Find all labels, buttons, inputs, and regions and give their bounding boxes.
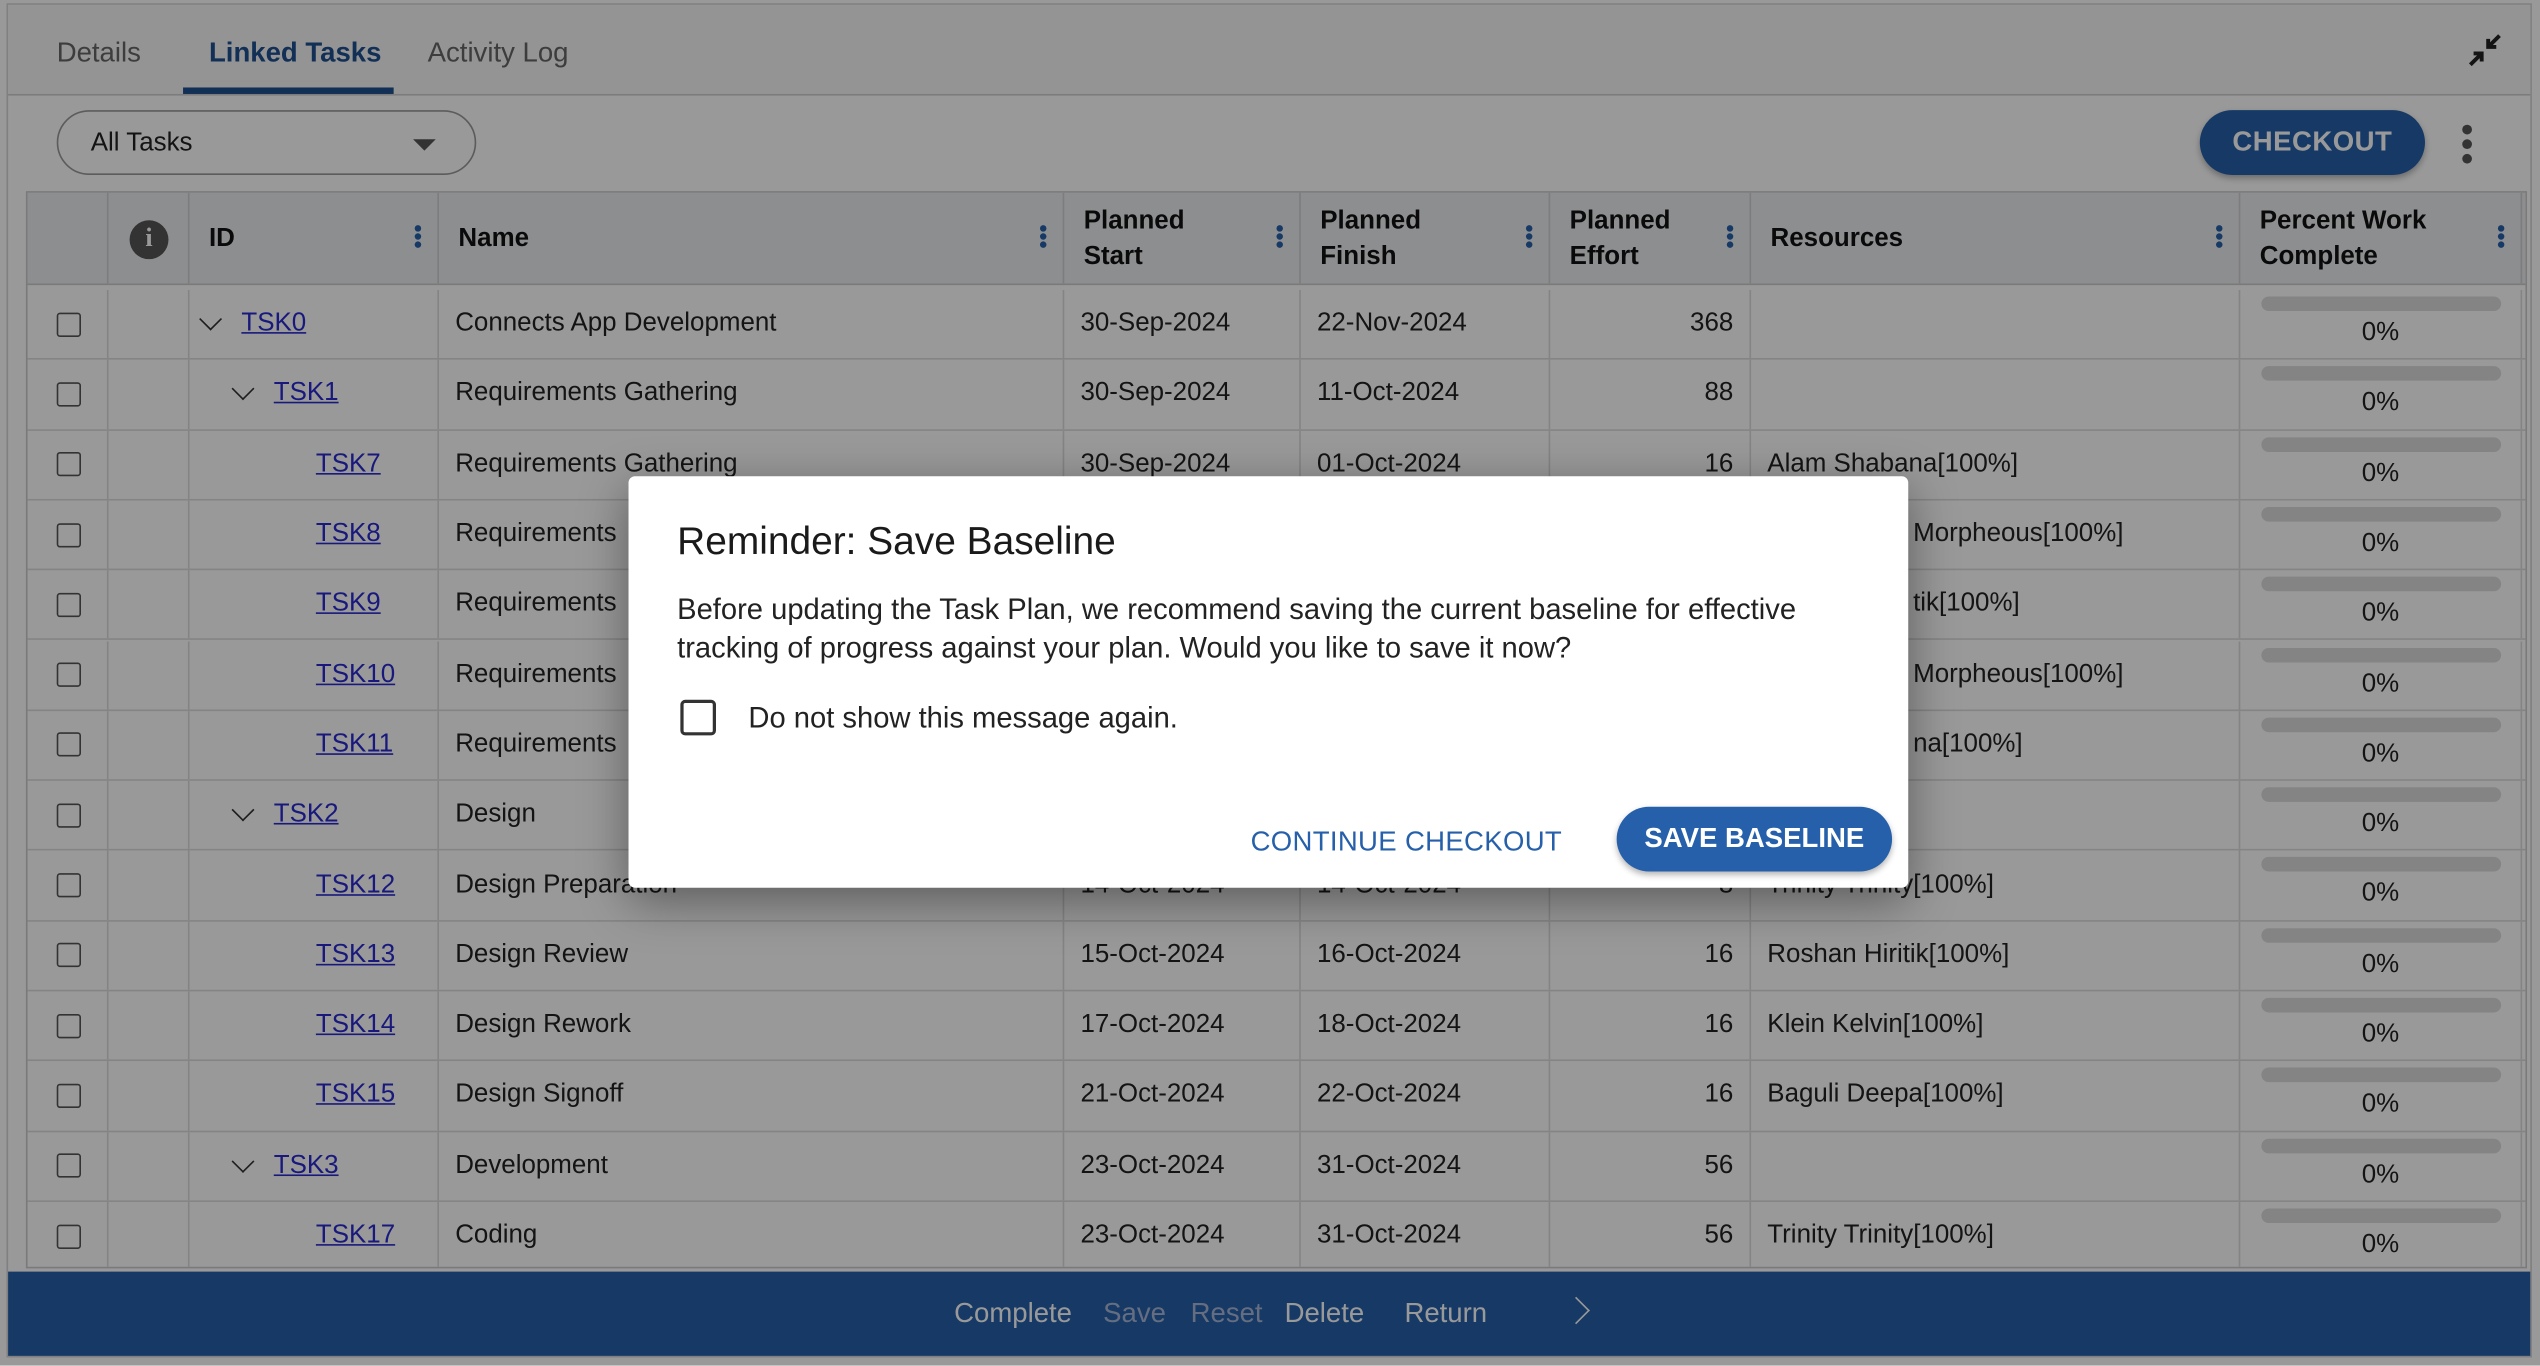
dialog-message: Before updating the Task Plan, we recomm… bbox=[677, 592, 1797, 665]
continue-checkout-button[interactable]: CONTINUE CHECKOUT bbox=[1251, 826, 1563, 858]
do-not-show-label[interactable]: Do not show this message again. bbox=[748, 701, 1178, 735]
dialog-title: Reminder: Save Baseline bbox=[677, 519, 1116, 564]
do-not-show-checkbox[interactable] bbox=[680, 699, 716, 736]
save-baseline-button[interactable]: SAVE BASELINE bbox=[1616, 806, 1893, 872]
save-baseline-dialog: Reminder: Save Baseline Before updating … bbox=[628, 476, 1909, 888]
